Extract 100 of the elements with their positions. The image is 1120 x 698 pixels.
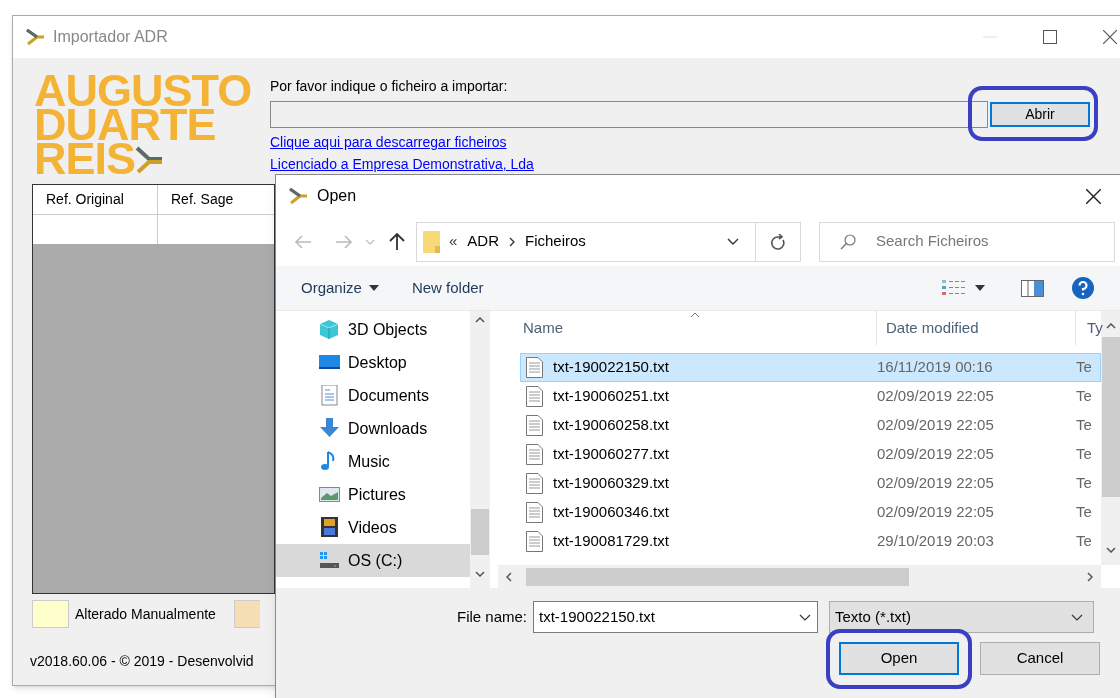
column-header[interactable]: Ref. Sage xyxy=(158,185,274,214)
file-row[interactable]: txt-190060258.txt 02/09/2019 22:05 Te xyxy=(520,411,1101,440)
horizontal-scrollbar[interactable] xyxy=(498,565,1101,588)
date-modified: 02/09/2019 22:05 xyxy=(877,444,995,465)
dialog-button[interactable]: Cancel xyxy=(980,642,1100,675)
toolbar-button[interactable]: New folder xyxy=(411,276,484,300)
nav-item[interactable]: Pictures xyxy=(276,478,470,511)
folder-icon xyxy=(423,230,440,253)
file-name: txt-190081729.txt xyxy=(553,531,670,552)
search-field[interactable]: Search Ficheiros xyxy=(819,221,1115,262)
address-bar[interactable]: « ADR Ficheiros xyxy=(416,221,756,262)
breadcrumb-item[interactable]: Ficheiros xyxy=(525,230,586,253)
app-logo-icon xyxy=(288,187,308,205)
file-name: txt-190060329.txt xyxy=(553,473,670,494)
text-file-icon xyxy=(526,415,543,436)
text-file-icon xyxy=(526,473,543,494)
chevron-down-icon[interactable] xyxy=(1071,613,1084,621)
nav-item[interactable]: OS (C:) xyxy=(276,544,470,577)
file-type-dropdown[interactable]: Texto (*.txt) xyxy=(829,601,1095,633)
chevron-down-icon[interactable] xyxy=(799,613,812,621)
nav-item[interactable]: Desktop xyxy=(276,346,470,379)
close-icon[interactable] xyxy=(1086,188,1101,204)
close-icon[interactable] xyxy=(1103,30,1117,44)
logo-text: REIS xyxy=(34,142,136,176)
file-row[interactable]: txt-190060277.txt 02/09/2019 22:05 Te xyxy=(520,440,1101,469)
refresh-button[interactable] xyxy=(756,221,801,262)
file-type: Te xyxy=(1076,357,1092,378)
file-row[interactable]: txt-190081729.txt 29/10/2019 20:03 Te xyxy=(520,527,1101,556)
scroll-thumb[interactable] xyxy=(471,509,489,555)
file-type: Te xyxy=(1076,415,1092,436)
preview-pane-icon[interactable] xyxy=(1021,279,1044,297)
scroll-right-icon[interactable] xyxy=(1087,571,1093,582)
scroll-up-icon[interactable] xyxy=(1106,323,1116,329)
file-type: Te xyxy=(1076,386,1092,407)
date-modified: 02/09/2019 22:05 xyxy=(877,502,995,523)
file-name-field[interactable]: txt-190022150.txt xyxy=(533,601,819,633)
column-header[interactable]: Ty xyxy=(1076,311,1101,345)
file-name: txt-190060258.txt xyxy=(553,415,670,436)
dropdown-caret-icon[interactable] xyxy=(975,285,985,291)
column-header[interactable]: Ref. Original xyxy=(33,185,158,214)
scroll-thumb[interactable] xyxy=(526,567,909,586)
text-file-icon xyxy=(526,444,543,465)
version-footer: v2018.60.06 - © 2019 - Desenvolvid xyxy=(30,651,254,672)
cube-icon xyxy=(319,319,340,340)
window-title: Importador ADR xyxy=(53,27,168,47)
file-row[interactable]: txt-190060329.txt 02/09/2019 22:05 Te xyxy=(520,469,1101,498)
search-icon xyxy=(840,233,856,250)
view-options-icon[interactable] xyxy=(942,279,966,297)
downloads-icon xyxy=(319,418,340,439)
up-arrow-icon[interactable] xyxy=(389,232,405,251)
logo-text: AUGUSTO xyxy=(34,74,252,108)
scroll-down-icon[interactable] xyxy=(1106,547,1116,553)
maximize-icon[interactable] xyxy=(1043,30,1057,44)
text-file-icon xyxy=(526,386,543,407)
help-icon[interactable] xyxy=(1072,277,1094,299)
documents-icon xyxy=(319,385,340,406)
file-path-field[interactable] xyxy=(270,101,988,128)
dropdown-caret-icon xyxy=(368,285,379,291)
nav-item[interactable]: Downloads xyxy=(276,412,470,445)
date-modified: 02/09/2019 22:05 xyxy=(877,415,995,436)
file-type: Te xyxy=(1076,473,1092,494)
nav-item[interactable]: Music xyxy=(276,445,470,478)
file-row[interactable]: txt-190060251.txt 02/09/2019 22:05 Te xyxy=(520,382,1101,411)
sort-caret-icon xyxy=(690,312,700,318)
text-file-icon xyxy=(526,357,543,378)
date-modified: 02/09/2019 22:05 xyxy=(877,386,995,407)
scroll-up-icon[interactable] xyxy=(475,317,485,323)
file-row[interactable]: txt-190060346.txt 02/09/2019 22:05 Te xyxy=(520,498,1101,527)
open-file-button[interactable]: Abrir xyxy=(990,102,1090,127)
file-name: txt-190060251.txt xyxy=(553,386,670,407)
app-logo-icon xyxy=(25,28,45,46)
chevron-down-icon[interactable] xyxy=(727,238,739,245)
download-link[interactable]: Clique aqui para descarregar ficheiros xyxy=(270,134,1090,150)
drive-icon xyxy=(319,550,340,571)
overflow-mark[interactable]: « xyxy=(449,230,458,253)
file-type: Te xyxy=(1076,444,1092,465)
scrollbar[interactable] xyxy=(1101,311,1120,565)
chevron-right-icon xyxy=(509,236,515,247)
file-name-label: File name: xyxy=(457,606,528,627)
prompt-label: Por favor indique o ficheiro a importar: xyxy=(270,78,509,94)
column-header[interactable]: Date modified xyxy=(877,311,1076,345)
file-name: txt-190022150.txt xyxy=(553,357,670,378)
scrollbar[interactable] xyxy=(470,311,490,588)
dialog-button[interactable]: Open xyxy=(839,642,959,675)
license-link[interactable]: Licenciado a Empresa Demonstrativa, Lda xyxy=(270,156,534,172)
file-row[interactable]: txt-190022150.txt 16/11/2019 00:16 Te xyxy=(520,353,1101,382)
scroll-left-icon[interactable] xyxy=(506,571,512,582)
logo-arrow-icon xyxy=(135,146,164,174)
toolbar-button[interactable]: Organize xyxy=(301,276,379,300)
refresh-icon xyxy=(770,233,786,250)
scroll-down-icon[interactable] xyxy=(475,571,485,577)
file-type: Te xyxy=(1076,531,1092,552)
scroll-thumb[interactable] xyxy=(1102,337,1120,497)
pictures-icon xyxy=(319,484,340,505)
column-header[interactable]: Name xyxy=(498,311,877,345)
nav-item[interactable]: Videos xyxy=(276,511,470,544)
file-type: Te xyxy=(1076,502,1092,523)
nav-item[interactable]: Documents xyxy=(276,379,470,412)
nav-item[interactable]: 3D Objects xyxy=(276,313,470,346)
breadcrumb-item[interactable]: ADR xyxy=(467,230,499,253)
